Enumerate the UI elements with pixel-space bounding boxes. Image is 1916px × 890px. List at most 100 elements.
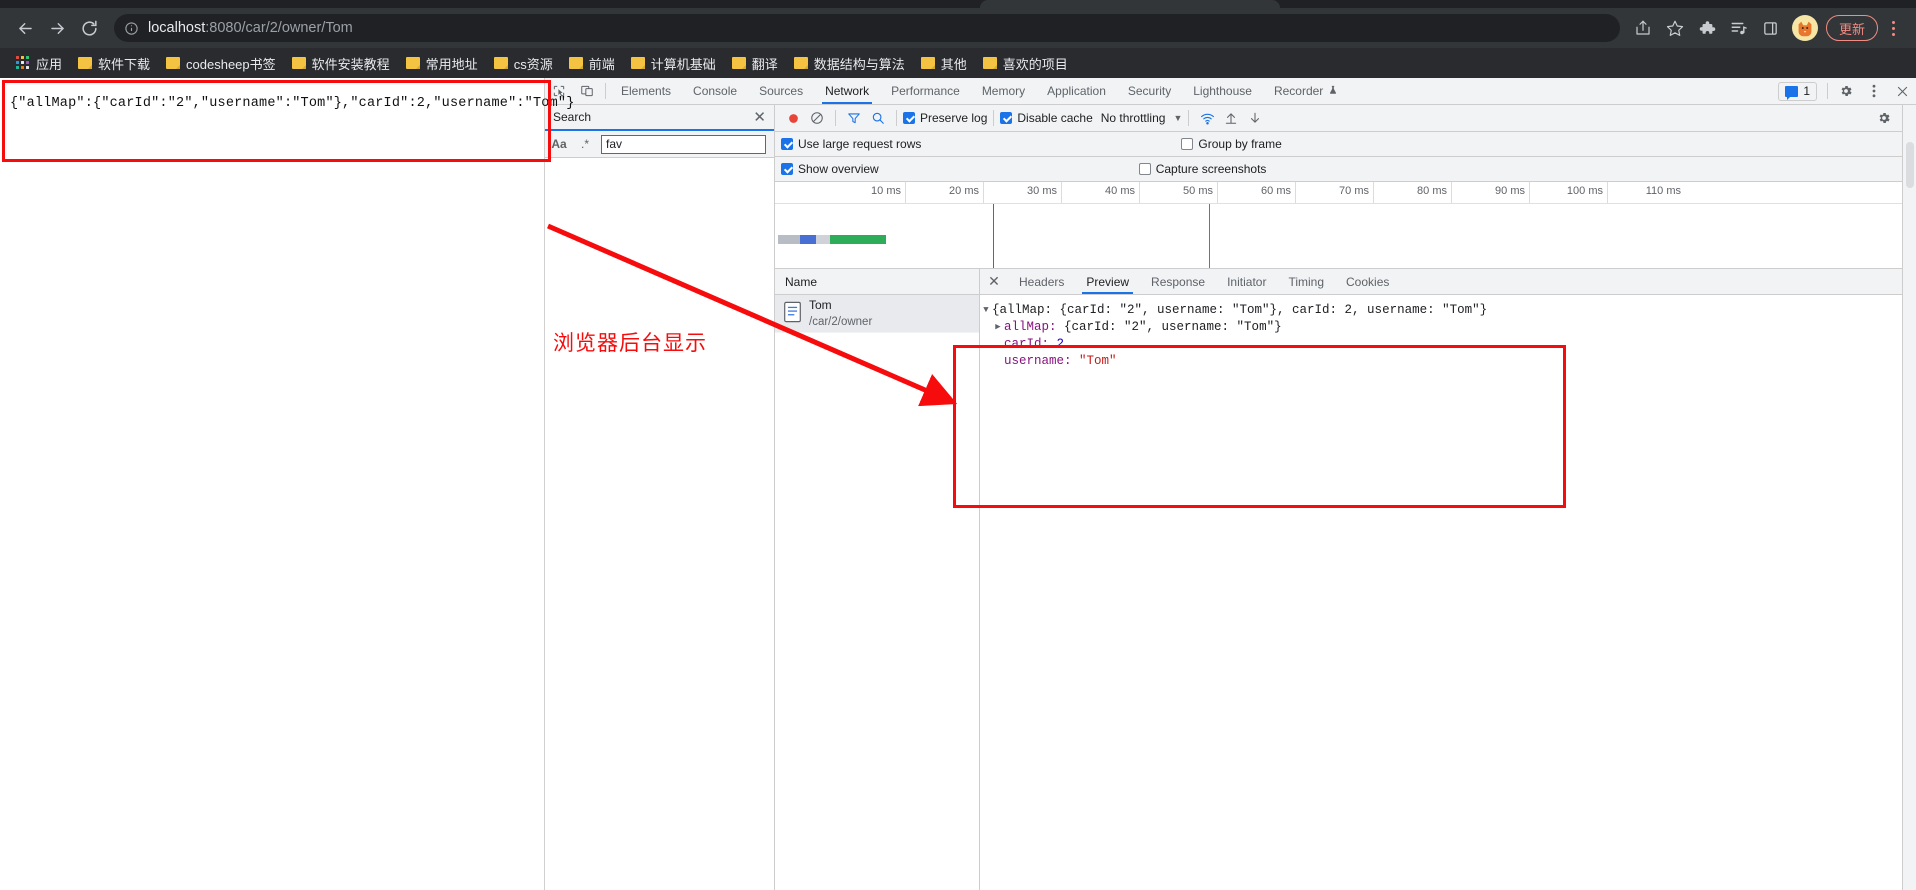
devtools-tabbar: Elements Console Sources Network Perform… [545,78,1916,105]
bookmark-item[interactable]: codesheep书签 [158,51,284,76]
search-icon[interactable] [866,106,890,130]
devtools-tab-network[interactable]: Network [814,78,880,104]
browser-menu-icon[interactable] [1880,13,1906,43]
devtools-tab-sources[interactable]: Sources [748,78,814,104]
browser-toolbar: localhost:8080/car/2/owner/Tom 更新 [0,8,1916,48]
bookmark-item[interactable]: cs资源 [486,51,561,76]
bookmark-item[interactable]: 计算机基础 [623,51,724,76]
detail-tab-initiator[interactable]: Initiator [1216,269,1277,294]
expand-triangle-right-icon[interactable]: ▶ [992,319,1004,336]
page-json-response: {"allMap":{"carId":"2","username":"Tom"}… [10,96,575,111]
address-bar[interactable]: localhost:8080/car/2/owner/Tom [114,14,1620,42]
bookmark-label: 计算机基础 [650,56,716,72]
profile-avatar[interactable] [1791,15,1818,41]
throttling-dropdown[interactable]: No throttling ▼ [1101,111,1183,125]
issues-badge[interactable]: 1 [1778,81,1817,101]
bookmark-apps[interactable]: 应用 [8,51,70,76]
request-list-header[interactable]: Name [775,269,979,295]
detail-tab-response[interactable]: Response [1140,269,1216,294]
reload-button[interactable] [74,13,104,43]
json-child-allmap[interactable]: ▶ allMap: {carId: "2", username: "Tom"} [980,319,1902,336]
devtools-tab-recorder[interactable]: Recorder [1263,78,1349,104]
devtools-tab-lighthouse[interactable]: Lighthouse [1182,78,1263,104]
apps-grid-icon [16,56,30,70]
bookmark-label: 数据结构与算法 [813,56,905,72]
devtools-tab-security[interactable]: Security [1117,78,1182,104]
site-info-icon[interactable] [124,21,139,36]
expand-triangle-down-icon[interactable]: ▼ [980,302,992,319]
devtools-tab-elements[interactable]: Elements [610,78,682,104]
bookmark-item[interactable]: 其他 [913,51,975,76]
detail-tab-cookies[interactable]: Cookies [1335,269,1400,294]
side-panel-icon[interactable] [1756,13,1786,43]
overview-graph[interactable] [775,204,1902,269]
browser-chrome: localhost:8080/car/2/owner/Tom 更新 应用 软件下… [0,0,1916,78]
detail-close-icon[interactable]: ✕ [980,269,1008,294]
devtools-close-icon[interactable] [1888,78,1916,104]
export-har-icon[interactable] [1243,106,1267,130]
share-icon[interactable] [1628,13,1658,43]
toolbar-divider [993,110,995,126]
group-by-frame-checkbox[interactable]: Group by frame [1181,137,1282,151]
timeline-tick: 60 ms [1217,182,1295,203]
network-settings-gear-icon[interactable] [1872,106,1896,130]
forward-button[interactable] [42,13,72,43]
import-har-icon[interactable] [1219,106,1243,130]
bookmark-item[interactable]: 前端 [561,51,623,76]
bookmark-label: cs资源 [513,56,553,72]
devtools-scroll-rail[interactable] [1902,105,1916,890]
devtools-tab-console[interactable]: Console [682,78,748,104]
update-button-label: 更新 [1838,21,1865,37]
json-key-allmap: allMap: [1004,320,1057,334]
json-key-carid: carId: [1004,337,1050,351]
bookmark-item[interactable]: 常用地址 [398,51,486,76]
preserve-log-checkbox[interactable]: Preserve log [903,111,987,125]
show-overview-checkbox[interactable]: Show overview [781,162,879,176]
record-button-icon[interactable] [781,106,805,130]
detail-tab-preview[interactable]: Preview [1075,269,1140,294]
capture-screenshots-checkbox[interactable]: Capture screenshots [1138,162,1266,176]
detail-tab-timing[interactable]: Timing [1277,269,1335,294]
tick-label: 50 ms [1183,185,1213,197]
gear-icon[interactable] [1832,78,1860,104]
clear-requests-icon[interactable] [805,106,829,130]
devtools-tab-application[interactable]: Application [1036,78,1117,104]
media-list-icon[interactable] [1724,13,1754,43]
message-bubble-icon [1785,85,1799,100]
folder-icon [493,57,508,69]
devtools-tab-performance[interactable]: Performance [880,78,971,104]
regex-icon[interactable]: .* [575,134,595,154]
tab-label: Application [1047,84,1106,98]
bookmark-item[interactable]: 软件下载 [70,51,158,76]
extensions-puzzle-icon[interactable] [1692,13,1722,43]
bookmark-item[interactable]: 翻译 [724,51,786,76]
devtools-panel: Elements Console Sources Network Perform… [545,78,1916,890]
bookmark-star-icon[interactable] [1660,13,1690,43]
devtools-more-menu-icon[interactable] [1860,78,1888,104]
table-row[interactable]: Tom /car/2/owner [775,295,979,333]
scrollbar-thumb[interactable] [1905,142,1914,188]
device-toolbar-icon[interactable] [573,78,601,104]
disable-cache-checkbox[interactable]: Disable cache [1000,111,1093,125]
search-input[interactable] [601,134,766,154]
update-button[interactable]: 更新 [1825,15,1878,41]
checkbox-box [781,163,793,175]
request-overview-bar [778,235,886,244]
tab-label: Sources [759,84,804,98]
json-root-line[interactable]: ▼ {allMap: {carId: "2", username: "Tom"}… [980,302,1902,319]
bookmark-label: 喜欢的项目 [1002,56,1068,72]
match-case-icon[interactable]: Aa [549,134,569,154]
back-button[interactable] [10,13,40,43]
timeline-tick: 100 ms [1529,182,1607,203]
detail-tab-headers[interactable]: Headers [1008,269,1075,294]
bookmark-item[interactable]: 喜欢的项目 [975,51,1076,76]
active-browser-tab[interactable] [980,0,1280,8]
tick-label: 80 ms [1417,185,1447,197]
bookmark-item[interactable]: 软件安装教程 [284,51,398,76]
bookmark-item[interactable]: 数据结构与算法 [786,51,913,76]
use-large-request-rows-checkbox[interactable]: Use large request rows [781,137,921,151]
devtools-tab-memory[interactable]: Memory [971,78,1036,104]
network-conditions-icon[interactable] [1195,106,1219,130]
filter-icon[interactable] [842,106,866,130]
search-close-icon[interactable]: ✕ [753,110,766,125]
